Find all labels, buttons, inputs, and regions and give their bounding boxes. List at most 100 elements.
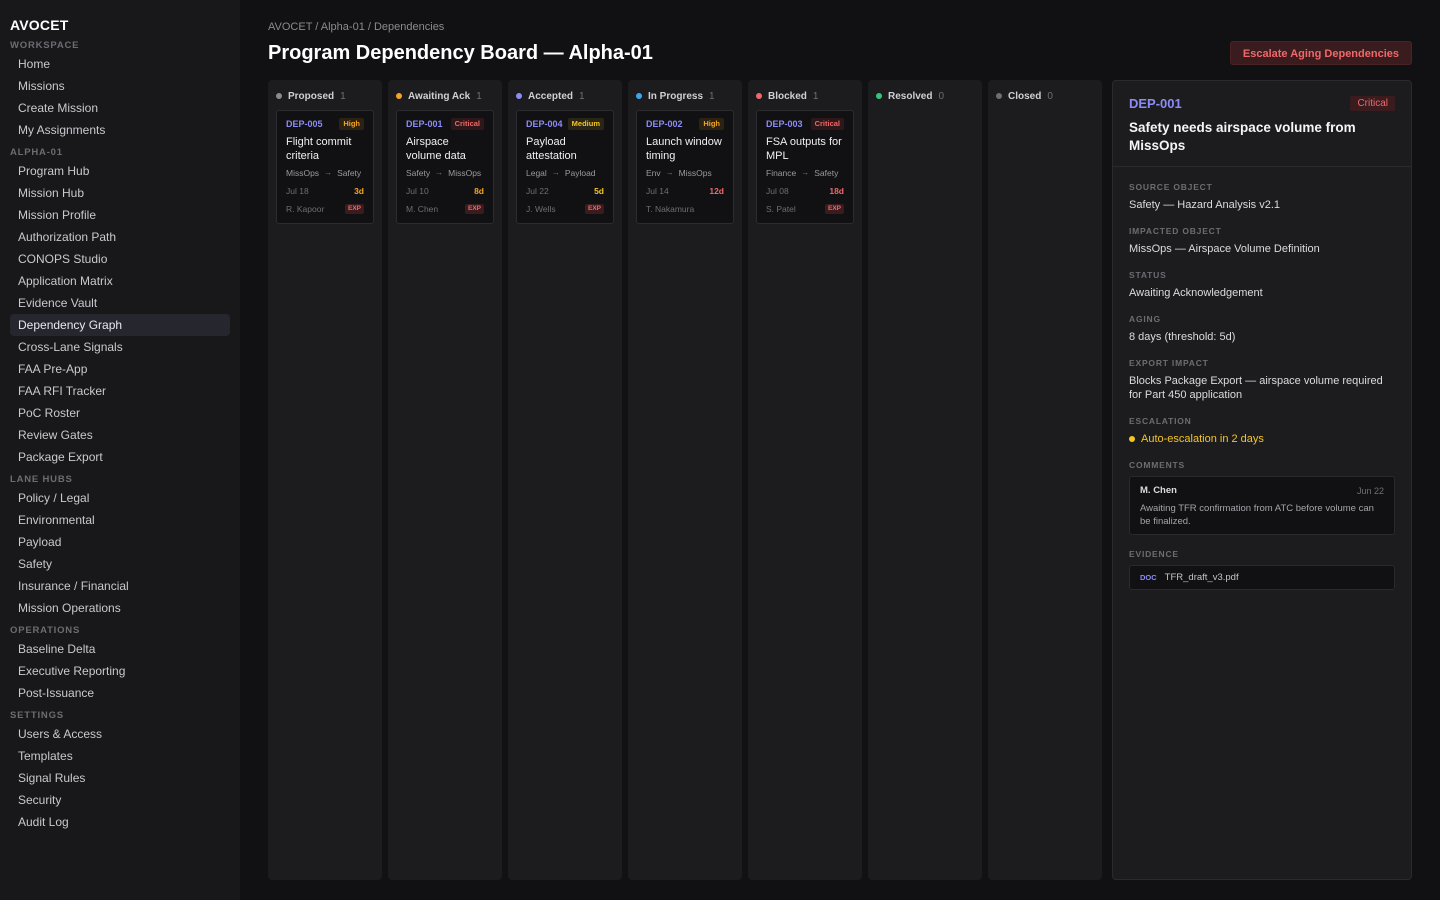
status-dot-icon	[876, 93, 882, 99]
status-dot-icon	[396, 93, 402, 99]
field-value-aging: 8 days (threshold: 5d)	[1129, 331, 1236, 343]
card-header: DEP-005 High	[286, 117, 364, 131]
sidebar-item-policy-legal[interactable]: Policy / Legal	[10, 487, 230, 509]
column-header: Closed 0	[988, 80, 1102, 112]
dependency-card[interactable]: DEP-001 Critical Airspace volume data Safet…	[396, 110, 494, 224]
sidebar-item-home[interactable]: Home	[10, 53, 230, 75]
sidebar-item-safety[interactable]: Safety	[10, 553, 230, 575]
card-route: Env → MissOps	[646, 167, 724, 179]
card-date: Jul 14	[646, 186, 669, 196]
route-from: Safety	[406, 168, 431, 178]
escalate-aging-button[interactable]: Escalate Aging Dependencies	[1229, 41, 1412, 65]
priority-badge: High	[339, 118, 364, 130]
card-owner-row: T. Nakamura	[646, 203, 724, 215]
escalation-value: Auto-escalation in 2 days	[1129, 432, 1395, 446]
dependency-card[interactable]: DEP-003 Critical FSA outputs for MPL Financ…	[756, 110, 854, 224]
card-route: Finance → Safety	[766, 167, 844, 179]
card-meta: Jul 22 5d	[526, 185, 604, 197]
card-owner: J. Wells	[526, 204, 556, 214]
field-value-status: Awaiting Acknowledgement	[1129, 287, 1263, 299]
card-date: Jul 22	[526, 186, 549, 196]
route-to: Payload	[564, 168, 596, 178]
field-label-source-object: SOURCE OBJECT	[1129, 182, 1213, 192]
sidebar-item-audit-log[interactable]: Audit Log	[10, 811, 230, 833]
card-title: Launch window timing	[646, 136, 722, 162]
sidebar-item-executive-reporting[interactable]: Executive Reporting	[10, 660, 230, 682]
comment-author: M. Chen	[1140, 485, 1177, 496]
column-title: Awaiting Ack	[408, 90, 471, 102]
sidebar-item-insurance-financial[interactable]: Insurance / Financial	[10, 575, 230, 597]
page-title: Program Dependency Board — Alpha-01	[268, 42, 653, 64]
column-title: Closed	[1008, 90, 1042, 102]
sidebar-item-cross-lane-signals[interactable]: Cross-Lane Signals	[10, 336, 230, 358]
sidebar-item-environmental[interactable]: Environmental	[10, 509, 230, 531]
column-title: Resolved	[888, 90, 933, 102]
comment-text: Awaiting TFR confirmation from ATC befor…	[1140, 503, 1374, 527]
sidebar-item-mission-profile[interactable]: Mission Profile	[10, 204, 230, 226]
column-header: Resolved 0	[868, 80, 982, 112]
sidebar-item-security[interactable]: Security	[10, 789, 230, 811]
column-count: 0	[1047, 90, 1053, 102]
route-to: Safety	[814, 168, 839, 178]
dependency-card[interactable]: DEP-002 High Launch window timing Env → MissO…	[636, 110, 734, 224]
route-from: Legal	[526, 168, 547, 178]
sidebar-item-dependency-graph[interactable]: Dependency Graph	[10, 314, 230, 336]
card-id: DEP-004	[526, 119, 563, 129]
sidebar-item-mission-hub[interactable]: Mission Hub	[10, 182, 230, 204]
sidebar-item-mission-operations[interactable]: Mission Operations	[10, 597, 230, 619]
sidebar-item-conops-studio[interactable]: CONOPS Studio	[10, 248, 230, 270]
card-age: 8d	[474, 186, 484, 196]
route-from: MissOps	[286, 168, 320, 178]
sidebar-item-missions[interactable]: Missions	[10, 75, 230, 97]
sidebar-item-faa-pre-app[interactable]: FAA Pre-App	[10, 358, 230, 380]
sidebar-item-review-gates[interactable]: Review Gates	[10, 424, 230, 446]
card-age: 12d	[709, 186, 724, 196]
card-route: Safety → MissOps	[406, 167, 484, 179]
card-header: DEP-004 Medium	[526, 117, 604, 131]
sidebar-item-faa-rfi-tracker[interactable]: FAA RFI Tracker	[10, 380, 230, 402]
card-owner-row: M. Chen EXP	[406, 203, 484, 215]
field-label-aging: AGING	[1129, 314, 1161, 324]
sidebar-item-payload[interactable]: Payload	[10, 531, 230, 553]
priority-badge: Critical	[450, 118, 484, 130]
nav-section-alpha-01: ALPHA-01 Program Hub Mission Hub Mission Pr…	[10, 146, 230, 468]
sidebar-item-my-assignments[interactable]: My Assignments	[10, 119, 230, 141]
card-age: 18d	[829, 186, 844, 196]
card-route: MissOps → Safety	[286, 167, 364, 179]
breadcrumb: AVOCET / Alpha-01 / Dependencies	[268, 21, 445, 33]
column-count: 1	[476, 90, 482, 102]
sidebar-item-program-hub[interactable]: Program Hub	[10, 160, 230, 182]
sidebar-item-evidence-vault[interactable]: Evidence Vault	[10, 292, 230, 314]
card-date: Jul 10	[406, 186, 429, 196]
evidence-file[interactable]: DOC TFR_draft_v3.pdf	[1129, 565, 1395, 590]
dependency-card[interactable]: DEP-005 High Flight commit criteria MissOps…	[276, 110, 374, 224]
sidebar-item-post-issuance[interactable]: Post-Issuance	[10, 682, 230, 704]
sidebar-item-users-access[interactable]: Users & Access	[10, 723, 230, 745]
card-meta: Jul 14 12d	[646, 185, 724, 197]
card-header: DEP-002 High	[646, 117, 724, 131]
brand-logo[interactable]: AVOCET	[10, 16, 230, 34]
sidebar-item-templates[interactable]: Templates	[10, 745, 230, 767]
evidence-filename: TFR_draft_v3.pdf	[1164, 572, 1239, 583]
sidebar-item-baseline-delta[interactable]: Baseline Delta	[10, 638, 230, 660]
sidebar-item-application-matrix[interactable]: Application Matrix	[10, 270, 230, 292]
column-title: Accepted	[528, 90, 574, 102]
sidebar-item-poc-roster[interactable]: PoC Roster	[10, 402, 230, 424]
card-route: Legal → Payload	[526, 167, 604, 179]
card-id: DEP-001	[406, 119, 443, 129]
comments-label: COMMENTS	[1129, 460, 1185, 470]
nav-section-settings: SETTINGS Users & Access Templates Signal Ru…	[10, 709, 230, 833]
dependency-card[interactable]: DEP-004 Medium Payload attestation Legal → Pa…	[516, 110, 614, 224]
comment: M. Chen Jun 22 Awaiting TFR confirmation…	[1129, 476, 1395, 535]
nav-section-workspace: WORKSPACE Home Missions Create Mission My As…	[10, 39, 230, 141]
sidebar-item-authorization-path[interactable]: Authorization Path	[10, 226, 230, 248]
card-age: 3d	[354, 186, 364, 196]
route-to: MissOps	[678, 168, 712, 178]
sidebar-item-package-export[interactable]: Package Export	[10, 446, 230, 468]
column-title: Blocked	[768, 90, 807, 102]
sidebar-item-create-mission[interactable]: Create Mission	[10, 97, 230, 119]
comment-date: Jun 22	[1356, 486, 1384, 496]
main-content: AVOCET / Alpha-01 / Dependencies Program…	[268, 0, 1412, 900]
sidebar-item-signal-rules[interactable]: Signal Rules	[10, 767, 230, 789]
field-label-status: STATUS	[1129, 270, 1167, 280]
